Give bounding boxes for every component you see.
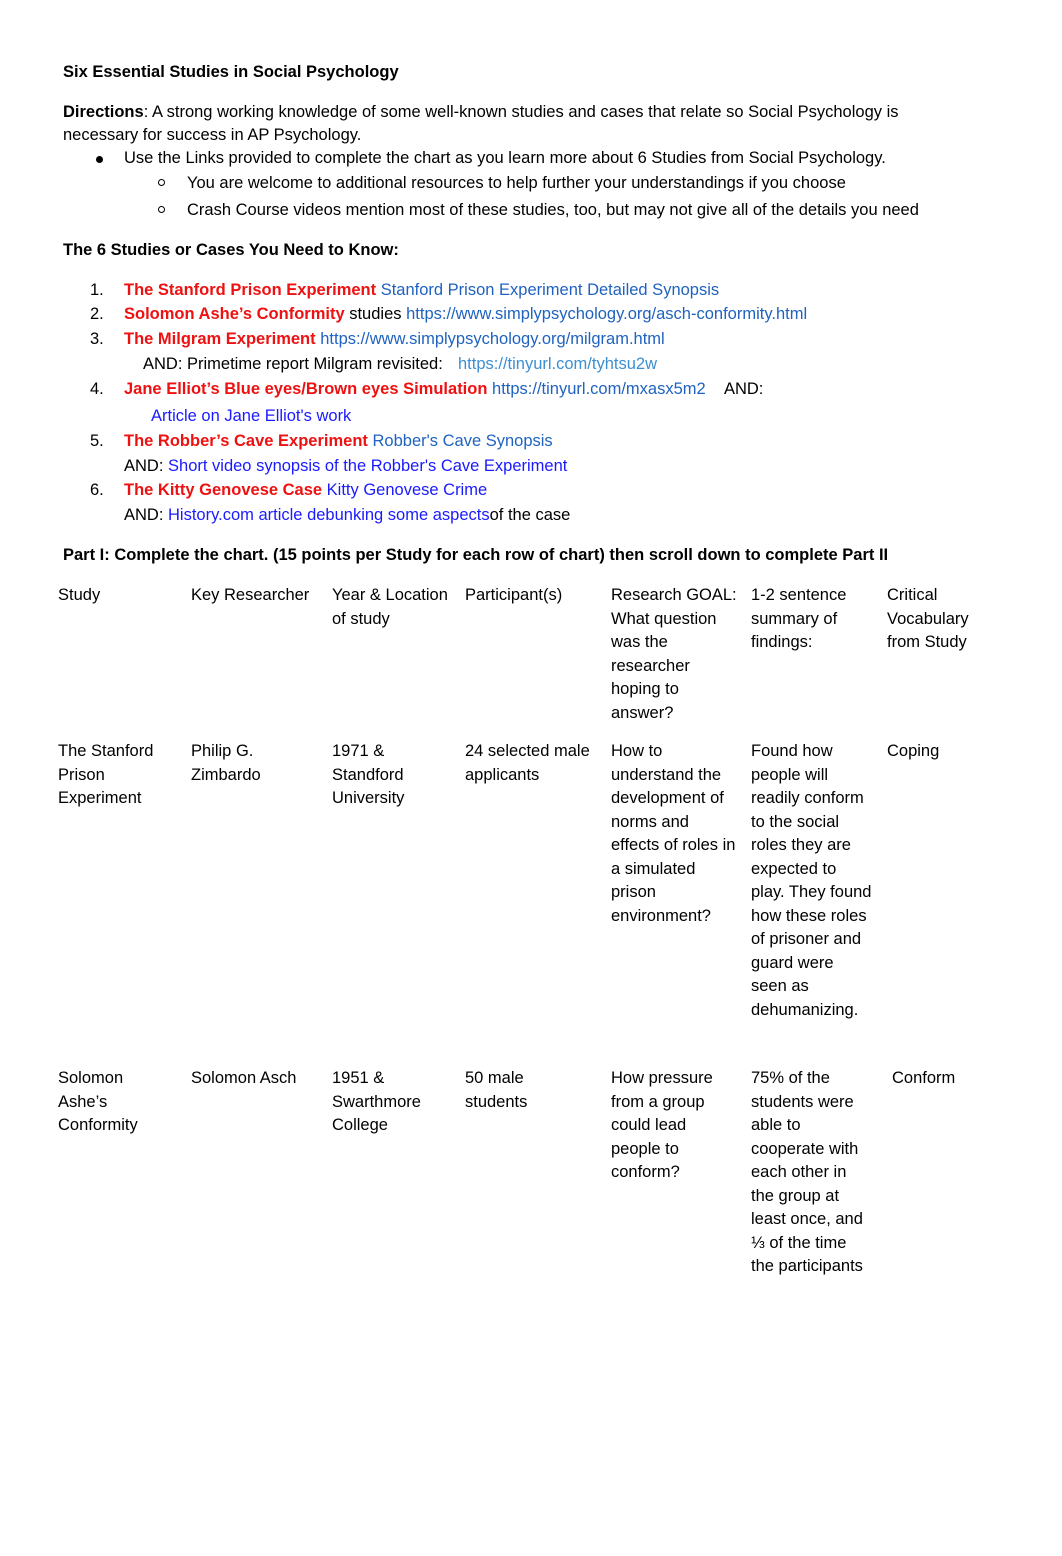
study-name: The Robber’s Cave Experiment [124,432,368,450]
study-item-2: 2. Solomon Ashe’s Conformity studies http… [90,303,807,326]
cell-year-location: 1971 & Standford University [332,742,405,807]
study-item-5-extra: AND: Short video synopsis of the Robber'… [124,455,567,478]
directions-line-1: Directions: A strong working knowledge o… [63,101,899,124]
study-name: Solomon Ashe’s Conformity [124,305,345,323]
cell-year-location: 1951 & Swarthmore College [332,1069,421,1134]
directions-sub-bullet-2: Crash Course videos mention most of thes… [187,201,919,219]
cell-study: Solomon Ashe’s Conformity [58,1069,138,1134]
study-item-4-extra: Article on Jane Elliot's work [151,405,351,428]
header-research-goal: Research GOAL: What question was the res… [611,586,737,722]
study-name: The Kitty Genovese Case [124,481,323,499]
directions-text: : A strong working knowledge of some wel… [143,103,899,121]
study-middle-text: studies [349,305,402,323]
cell-key-researcher: Solomon Asch [191,1069,297,1087]
study-number: 1. [90,281,104,299]
study-extra-link[interactable]: https://tinyurl.com/tyhtsu2w [458,355,657,373]
study-extra-link[interactable]: Article on Jane Elliot's work [151,407,351,425]
document-page: Six Essential Studies in Social Psycholo… [0,0,1062,1556]
study-extra-prefix: AND: [124,457,164,475]
study-name: The Milgram Experiment [124,330,316,348]
cell-vocabulary: Coping [887,742,940,760]
study-number: 4. [90,380,104,398]
study-link[interactable]: https://www.simplypsychology.org/milgram… [320,330,664,348]
directions-label: Directions [63,103,144,121]
study-trailing-text: AND: [723,380,764,398]
study-extra-link[interactable]: History.com article debunking some aspec… [168,506,490,524]
bullet-icon [96,156,103,163]
study-item-4: 4. Jane Elliot’s Blue eyes/Brown eyes Sim… [90,378,763,401]
part1-heading: Part I: Complete the chart. (15 points p… [63,546,889,564]
study-extra-prefix: AND: Primetime report Milgram revisited: [143,355,443,373]
header-participants: Participant(s) [465,586,563,604]
directions-line-2: necessary for success in AP Psychology. [63,126,362,144]
cell-research-goal: How pressure from a group could lead peo… [611,1069,713,1181]
study-number: 5. [90,432,104,450]
header-year-location: Year & Location of study [332,586,448,628]
study-item-5: 5. The Robber’s Cave Experiment Robber's … [90,430,553,453]
study-item-1: 1. The Stanford Prison Experiment Stanfor… [90,279,719,302]
study-link[interactable]: Kitty Genovese Crime [327,481,487,499]
header-key-researcher: Key Researcher [191,586,310,604]
study-extra-link[interactable]: Short video synopsis of the Robber's Cav… [168,457,567,475]
study-item-3: 3. The Milgram Experiment https://www.sim… [90,328,665,351]
header-study: Study [58,586,101,604]
cell-summary: Found how people will readily conform to… [751,742,872,1019]
study-name: The Stanford Prison Experiment [124,281,377,299]
directions-sub-bullet-1: You are welcome to additional resources … [187,174,846,192]
study-item-6: 6. The Kitty Genovese Case Kitty Genovese… [90,479,487,502]
study-item-6-extra: AND: History.com article debunking some … [124,504,570,527]
study-item-3-extra: AND: Primetime report Milgram revisited:… [143,353,657,376]
header-summary: 1-2 sentence summary of findings: [751,586,847,651]
cell-key-researcher: Philip G. Zimbardo [191,742,261,784]
directions-bullet: Use the Links provided to complete the c… [124,149,886,167]
cell-vocabulary: Conform [892,1069,956,1087]
sub-bullet-icon [158,206,165,213]
study-number: 3. [90,330,104,348]
study-name: Jane Elliot’s Blue eyes/Brown eyes Simul… [124,380,488,398]
study-link[interactable]: https://tinyurl.com/mxasx5m2 [492,380,706,398]
cell-research-goal: How to understand the development of nor… [611,742,736,925]
study-link[interactable]: Robber's Cave Synopsis [373,432,553,450]
document-title: Six Essential Studies in Social Psycholo… [63,63,399,81]
study-extra-suffix: of the case [489,506,571,524]
studies-heading: The 6 Studies or Cases You Need to Know: [63,241,399,259]
cell-participants: 50 male students [465,1069,528,1111]
sub-bullet-icon [158,179,165,186]
study-number: 2. [90,305,104,323]
cell-study: The Stanford Prison Experiment [58,742,154,807]
study-link[interactable]: Stanford Prison Experiment Detailed Syno… [381,281,719,299]
cell-summary: 75% of the students were able to coopera… [751,1069,863,1275]
header-vocabulary: Critical Vocabulary from Study [887,586,969,651]
study-extra-prefix: AND: [124,506,164,524]
study-link[interactable]: https://www.simplypsychology.org/asch-co… [406,305,807,323]
study-number: 6. [90,481,104,499]
cell-participants: 24 selected male applicants [465,742,590,784]
